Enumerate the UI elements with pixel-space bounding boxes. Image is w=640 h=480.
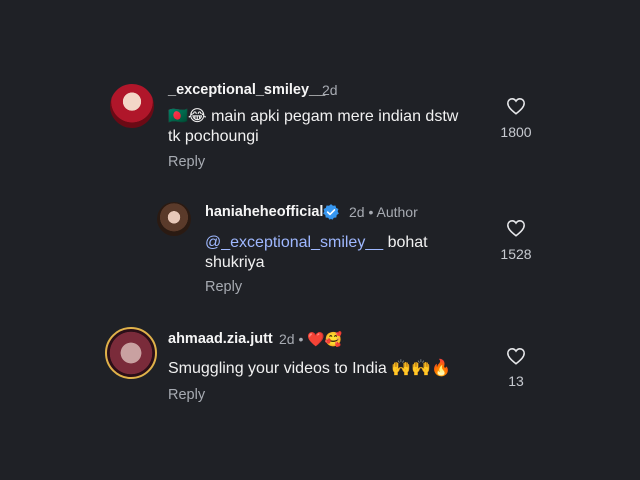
- avatar[interactable]: [157, 202, 191, 236]
- like-button[interactable]: [501, 347, 531, 365]
- avatar[interactable]: [110, 84, 154, 128]
- comment-text-line2: tk pochoungi: [168, 128, 259, 145]
- comment-text: @_exceptional_smiley__ bohat shukriya: [205, 233, 475, 273]
- comment-text-line1: main apki pegam mere indian dstw: [211, 108, 459, 125]
- heart-icon: [507, 220, 525, 237]
- author-label: Author: [376, 204, 418, 220]
- mention-link[interactable]: @_exceptional_smiley__: [205, 234, 383, 251]
- separator: •: [368, 204, 374, 220]
- reply-button[interactable]: Reply: [168, 154, 205, 170]
- separator: •: [298, 331, 304, 347]
- like-count: 1528: [500, 246, 532, 262]
- comment-username[interactable]: haniaheheofficial: [205, 204, 323, 220]
- comment-text-line2: shukriya: [205, 254, 265, 271]
- reply-button[interactable]: Reply: [205, 279, 242, 295]
- comment-text: 🇧🇩😂 main apki pegam mere indian dstw tk …: [168, 107, 488, 147]
- comment-emoji: 🇧🇩😂: [168, 108, 207, 125]
- reply-button[interactable]: Reply: [168, 387, 205, 403]
- comment-username[interactable]: _exceptional_smiley__: [168, 82, 325, 98]
- like-count: 1800: [500, 124, 532, 140]
- comment-username[interactable]: ahmaad.zia.jutt: [168, 331, 273, 347]
- heart-icon: [507, 348, 525, 365]
- heart-icon: [507, 98, 525, 115]
- avatar[interactable]: [105, 327, 157, 379]
- comment-time: 2d: [322, 82, 338, 98]
- comment-time: 2d • ❤️🥰: [279, 331, 342, 348]
- comment-text: Smuggling your videos to India 🙌🙌🔥: [168, 360, 452, 377]
- like-count: 13: [508, 373, 524, 389]
- verified-badge-icon: [323, 204, 339, 220]
- like-button[interactable]: [501, 219, 531, 237]
- like-button[interactable]: [501, 97, 531, 115]
- comment-time-value: 2d: [279, 331, 295, 347]
- comment-time: 2d • Author: [349, 204, 418, 220]
- comment-text-line1: bohat: [383, 234, 428, 251]
- liked-by-author-badge: ❤️🥰: [307, 331, 343, 347]
- comment-time-value: 2d: [349, 204, 365, 220]
